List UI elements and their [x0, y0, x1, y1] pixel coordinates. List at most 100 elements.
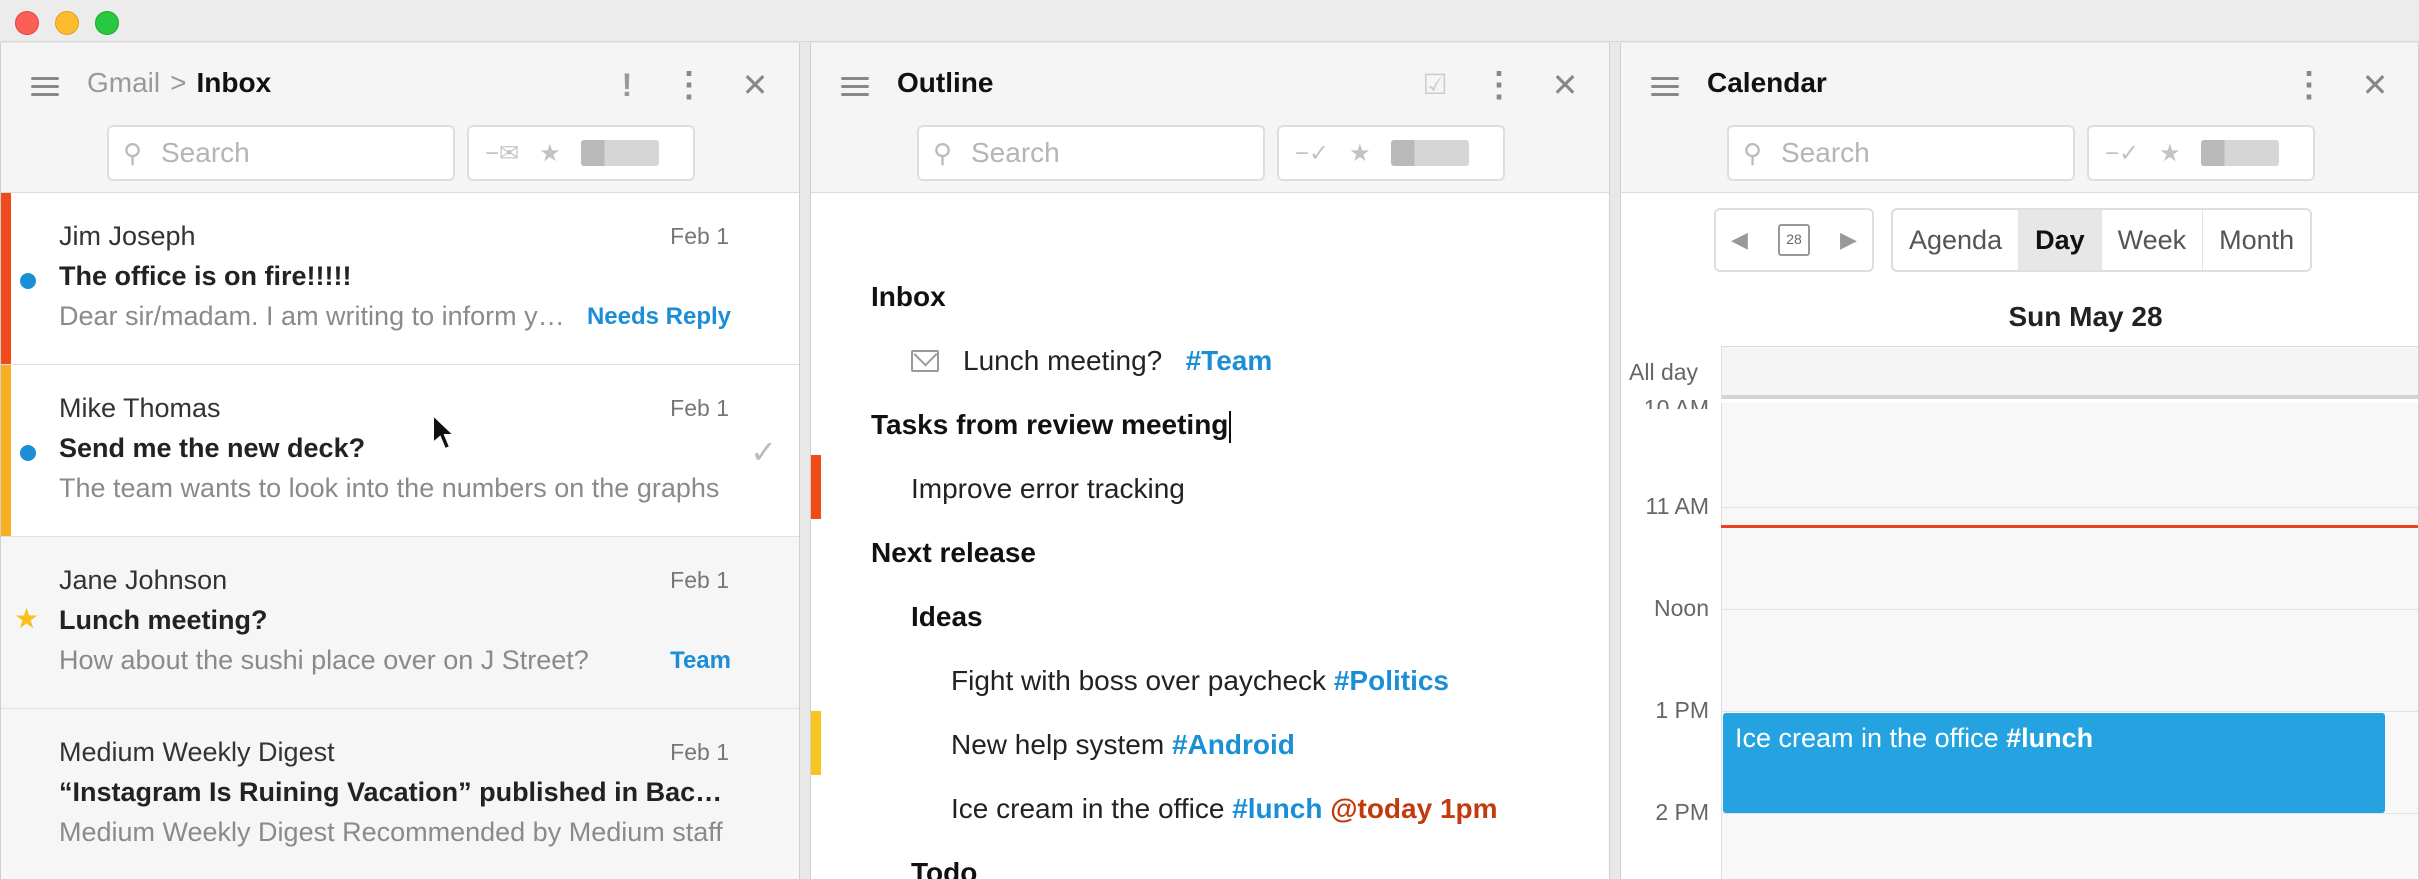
close-panel-icon[interactable]: ✕ [2355, 65, 2395, 105]
priority-stripe [811, 711, 821, 775]
outline-item-icecream[interactable]: Ice cream in the office #lunch @today 1p… [951, 793, 1498, 825]
hour-label: 10 AM [1643, 395, 1709, 409]
more-options-icon[interactable]: ⋮ [1479, 65, 1519, 105]
outline-item-help[interactable]: New help system #Android [951, 729, 1295, 761]
snippet: Dear sir/madam. I am writing to inform y… [59, 301, 579, 331]
date: Feb 1 [670, 395, 729, 421]
close-panel-icon[interactable]: ✕ [735, 65, 775, 105]
zoom-window-button[interactable] [95, 11, 119, 35]
date: Feb 1 [670, 739, 729, 765]
filter-group: −✓ ★ [2087, 125, 2315, 181]
list-item[interactable]: ★ Jane Johnson Feb 1 Lunch meeting? How … [1, 537, 799, 709]
breadcrumb-app[interactable]: Gmail [87, 67, 160, 98]
date-navigation: ◀ 28 ▶ [1714, 208, 1874, 272]
star-filter-icon[interactable]: ★ [539, 139, 561, 168]
filter-toggle[interactable] [580, 140, 659, 166]
text-caret [1229, 410, 1232, 443]
mark-read-icon[interactable]: −✉ [485, 139, 519, 168]
panel-title: Outline [897, 67, 994, 98]
list-item[interactable]: Mike Thomas Feb 1 Send me the new deck? … [1, 365, 799, 537]
menu-icon[interactable] [1651, 73, 1681, 99]
hour-label: Noon [1654, 595, 1709, 621]
check-filter-icon[interactable]: −✓ [1295, 139, 1329, 168]
search-input[interactable] [1781, 137, 2051, 169]
search-input[interactable] [971, 137, 1241, 169]
panel-title: Calendar [1707, 67, 1827, 98]
priority-stripe [1, 193, 11, 364]
menu-icon[interactable] [841, 73, 871, 99]
prev-day-icon[interactable]: ◀ [1731, 227, 1748, 253]
search-field[interactable]: ⚲ [1727, 125, 2075, 181]
search-icon: ⚲ [1743, 138, 1763, 168]
hour-label: 2 PM [1655, 799, 1709, 825]
view-agenda[interactable]: Agenda [1893, 210, 2020, 270]
gmail-header: Gmail > Inbox ! ⋮ ✕ ⚲ −✉ ★ [1, 43, 799, 193]
hour-label: 1 PM [1655, 697, 1709, 723]
date: Feb 1 [670, 567, 729, 593]
hour-line [1721, 813, 2418, 814]
label-badge[interactable]: Needs Reply [587, 303, 731, 331]
search-input[interactable] [161, 137, 431, 169]
next-day-icon[interactable]: ▶ [1840, 227, 1857, 253]
search-icon: ⚲ [933, 138, 953, 168]
view-month[interactable]: Month [2203, 210, 2310, 270]
close-panel-icon[interactable]: ✕ [1545, 65, 1585, 105]
unread-dot [20, 273, 36, 289]
event-hashtag: #lunch [2006, 723, 2094, 753]
hour-line [1721, 609, 2418, 610]
all-day-label: All day [1629, 359, 1699, 385]
outline-item-fight[interactable]: Fight with boss over paycheck #Politics [951, 665, 1449, 697]
item-text: Lunch meeting? [963, 345, 1163, 376]
check-filter-icon[interactable]: −✓ [2105, 139, 2139, 168]
hashtag[interactable]: #Politics [1334, 665, 1449, 696]
sender: Jane Johnson [59, 565, 228, 595]
list-item[interactable]: Medium Weekly Digest Feb 1 “Instagram Is… [1, 709, 799, 879]
date: Feb 1 [670, 223, 729, 249]
subject: Lunch meeting? [59, 605, 268, 635]
star-icon[interactable]: ★ [14, 602, 39, 635]
view-switcher: Agenda Day Week Month [1891, 208, 2313, 272]
item-text: Tasks from review meeting [871, 409, 1229, 440]
outline-heading-next-release[interactable]: Next release [871, 537, 1036, 569]
close-window-button[interactable] [15, 11, 39, 35]
search-field[interactable]: ⚲ [917, 125, 1265, 181]
outline-heading-inbox[interactable]: Inbox [871, 281, 946, 313]
filter-toggle[interactable] [2200, 140, 2279, 166]
search-field[interactable]: ⚲ [107, 125, 455, 181]
view-day[interactable]: Day [2019, 210, 2102, 270]
important-icon[interactable]: ! [607, 65, 647, 105]
list-item[interactable]: Jim Joseph Feb 1 The office is on fire!!… [1, 193, 799, 365]
completed-toggle-icon[interactable]: ☑ [1415, 65, 1455, 105]
event-title: Ice cream in the office [1735, 723, 1999, 753]
calendar-event[interactable]: Ice cream in the office #lunch [1723, 713, 2385, 813]
outline-item-lunch[interactable]: Lunch meeting? #Team [911, 345, 1272, 377]
subject: “Instagram Is Ruining Vacation” publishe… [59, 777, 729, 807]
snippet: The team wants to look into the numbers … [59, 473, 720, 503]
date-mention[interactable]: @today 1pm [1330, 793, 1497, 824]
label-badge[interactable]: Team [670, 647, 731, 675]
today-calendar-icon[interactable]: 28 [1777, 224, 1810, 256]
outline-panel: Outline ☑ ⋮ ✕ ⚲ −✓ ★ Inbox Lunch meeting… [810, 43, 1610, 879]
minimize-window-button[interactable] [55, 11, 79, 35]
hashtag[interactable]: #Android [1172, 729, 1295, 760]
day-title: Sun May 28 [2008, 301, 2163, 332]
outline-heading-tasks[interactable]: Tasks from review meeting [871, 409, 1232, 443]
outline-heading-todo[interactable]: Todo [911, 857, 977, 879]
menu-icon[interactable] [31, 73, 61, 99]
more-options-icon[interactable]: ⋮ [2289, 65, 2329, 105]
hour-line [1721, 507, 2418, 508]
star-filter-icon[interactable]: ★ [2159, 139, 2181, 168]
hashtag[interactable]: #lunch [1232, 793, 1322, 824]
item-text: Fight with boss over paycheck [951, 665, 1327, 696]
sender: Medium Weekly Digest [59, 737, 335, 767]
outline-heading-ideas[interactable]: Ideas [911, 601, 983, 633]
done-check-icon[interactable]: ✓ [750, 433, 777, 471]
star-filter-icon[interactable]: ★ [1349, 139, 1371, 168]
all-day-row[interactable] [1721, 346, 2418, 399]
sender: Mike Thomas [59, 393, 221, 423]
more-options-icon[interactable]: ⋮ [669, 65, 709, 105]
outline-item-improve[interactable]: Improve error tracking [911, 473, 1185, 505]
view-week[interactable]: Week [2102, 210, 2204, 270]
hashtag[interactable]: #Team [1186, 345, 1273, 376]
filter-toggle[interactable] [1390, 140, 1469, 166]
